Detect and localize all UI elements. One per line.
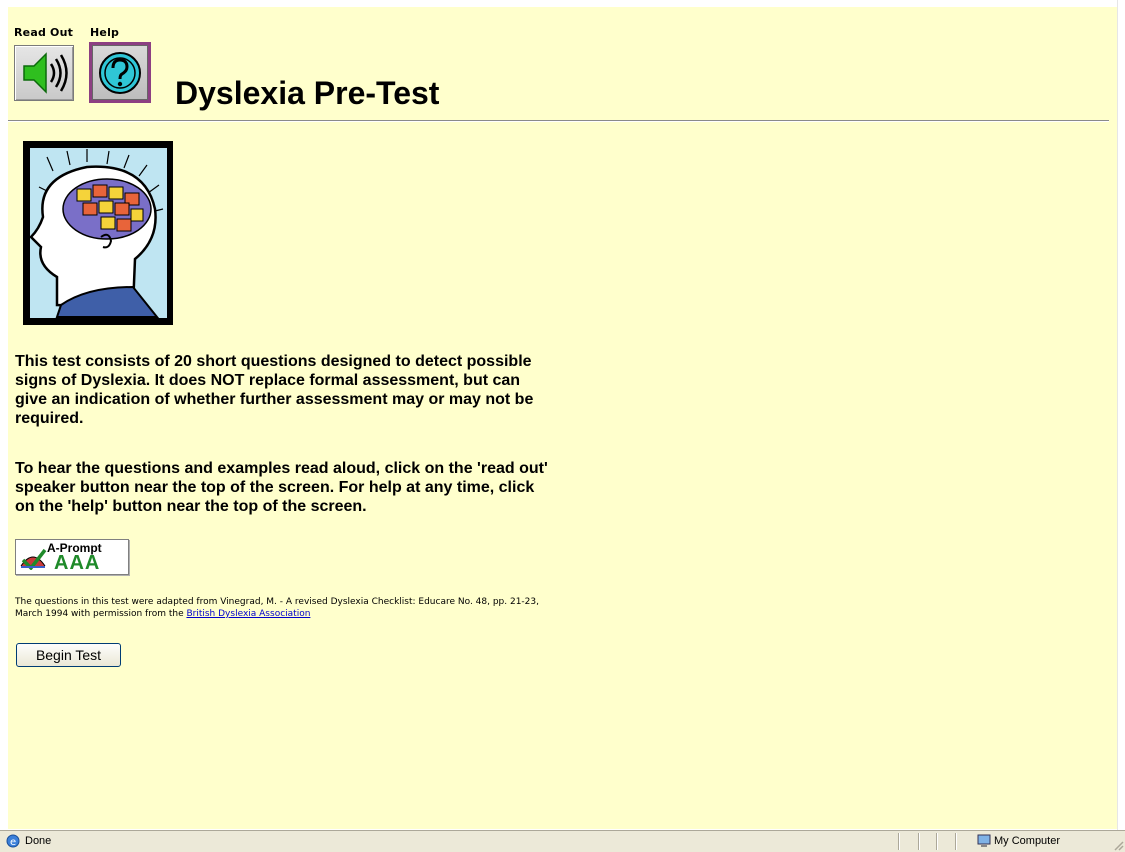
help-button[interactable]	[89, 42, 151, 103]
british-dyslexia-association-link[interactable]: British Dyslexia Association	[186, 609, 310, 619]
a-prompt-badge[interactable]: A-Prompt AAA	[15, 539, 129, 575]
intro-paragraph: This test consists of 20 short questions…	[15, 353, 534, 427]
page-viewport: Read Out Help Dyslexia Pre-Test This tes…	[8, 7, 1117, 829]
header-divider	[8, 120, 1109, 122]
instructions-paragraph: To hear the questions and examples read …	[15, 460, 548, 515]
checkmark-icon	[20, 548, 47, 570]
status-divider	[936, 833, 937, 850]
status-bar: e Done My Computer	[0, 830, 1125, 852]
page-title: Dyslexia Pre-Test	[175, 75, 440, 111]
status-divider	[918, 833, 919, 850]
read-out-button[interactable]	[14, 45, 74, 101]
begin-test-button[interactable]: Begin Test	[16, 643, 121, 667]
window-top-strip	[0, 0, 1125, 7]
question-icon	[99, 51, 141, 94]
badge-level: AAA	[54, 552, 101, 574]
credit-note: The questions in this test were adapted …	[15, 596, 555, 620]
head-illustration	[23, 141, 173, 325]
status-divider	[955, 833, 956, 850]
speaker-icon	[23, 52, 68, 94]
scrollbar-track[interactable]	[1117, 0, 1125, 830]
status-divider	[898, 833, 899, 850]
help-label: Help	[90, 26, 120, 39]
my-computer-icon	[977, 834, 991, 847]
zone-text: My Computer	[994, 835, 1061, 847]
internet-explorer-icon: e	[6, 834, 20, 848]
status-text: Done	[25, 835, 52, 847]
read-out-label: Read Out	[14, 26, 74, 39]
resize-grip-icon[interactable]	[1112, 839, 1124, 851]
svg-text:e: e	[10, 837, 16, 848]
